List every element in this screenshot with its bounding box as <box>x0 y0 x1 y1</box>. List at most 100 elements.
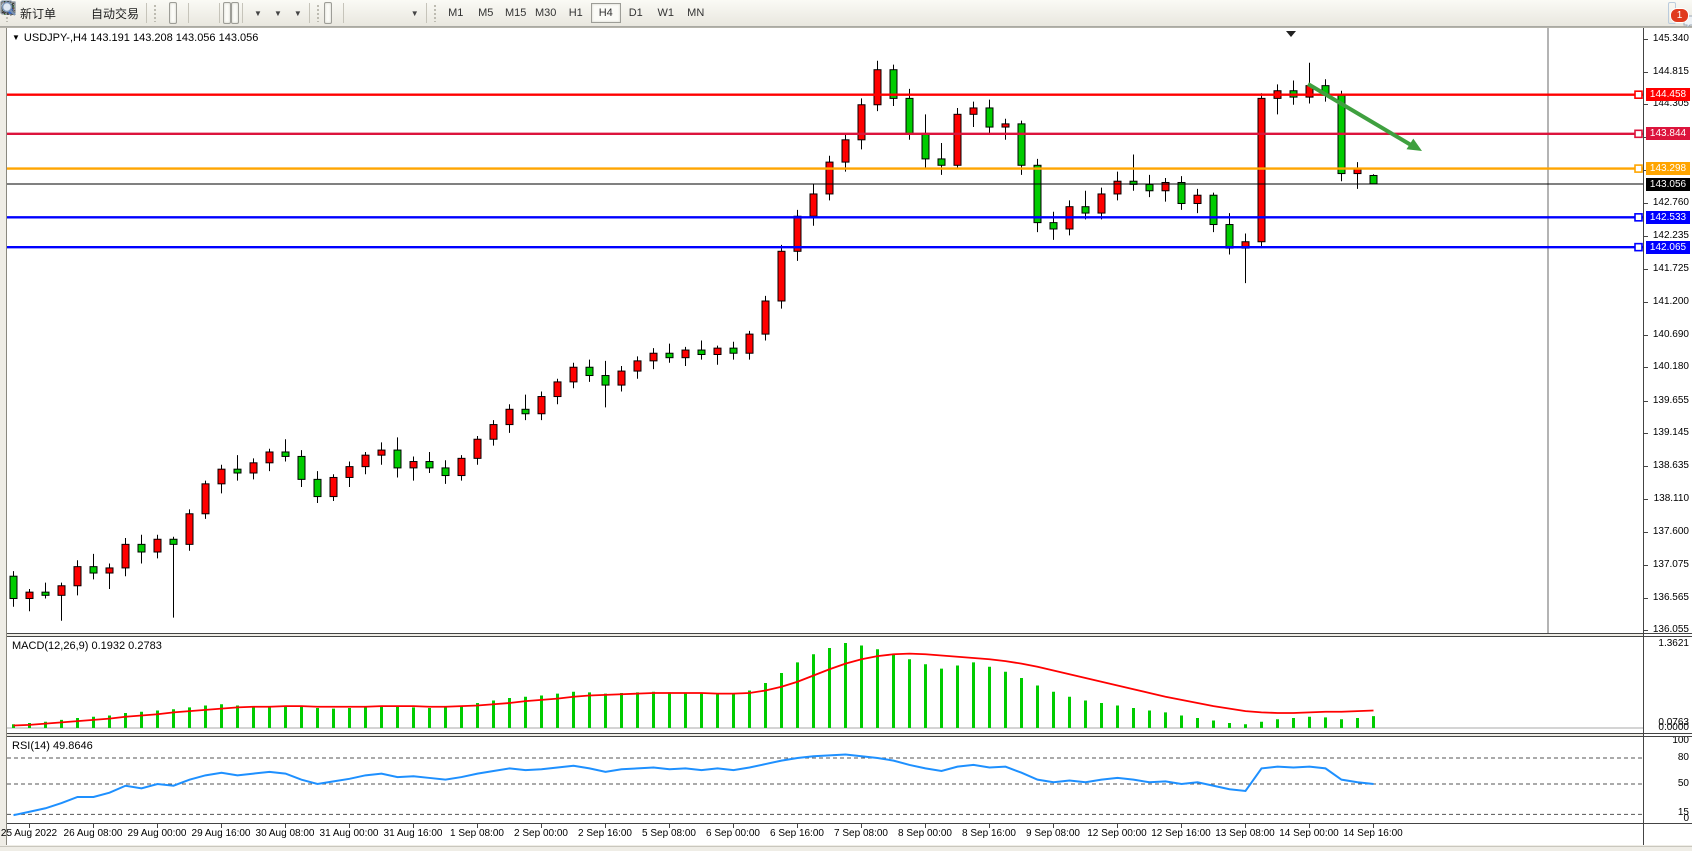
timeframe-button-M30[interactable]: M30 <box>531 3 561 23</box>
bar-chart-button[interactable] <box>161 2 169 24</box>
macd-histogram-bar <box>1148 711 1151 729</box>
macd-histogram-bar <box>60 720 63 728</box>
candle-down <box>442 468 449 476</box>
auto-scroll-button[interactable] <box>223 2 231 24</box>
line-anchor[interactable] <box>1635 91 1642 98</box>
macd-histogram-bar <box>876 649 879 728</box>
macd-histogram-bar <box>412 707 415 728</box>
candle-up <box>650 353 657 361</box>
candle-up <box>106 568 113 573</box>
trendline-button[interactable] <box>363 2 371 24</box>
line-anchor[interactable] <box>1635 214 1642 221</box>
fibonacci-button[interactable]: F <box>379 2 387 24</box>
text-label-button[interactable]: T <box>395 2 403 24</box>
timeframe-button-M5[interactable]: M5 <box>471 3 501 23</box>
zoom-out-button[interactable] <box>200 2 208 24</box>
arrows-button[interactable]: ▼ <box>403 2 423 24</box>
candle-down <box>394 450 401 468</box>
timeframe-button-MN[interactable]: MN <box>681 3 711 23</box>
one-click-trading-arrow-icon[interactable]: ▼ <box>12 33 20 42</box>
macd-histogram-bar <box>1244 724 1247 728</box>
macd-histogram-bar <box>204 706 207 729</box>
axis-tick <box>1644 104 1648 105</box>
price-axis[interactable]: 145.340144.815144.305143.790143.275142.7… <box>1644 28 1692 845</box>
candle-down <box>10 576 17 598</box>
timeframe-button-W1[interactable]: W1 <box>651 3 681 23</box>
panel-separator[interactable] <box>7 633 1692 634</box>
candle-up <box>970 108 977 114</box>
toolbar-grip[interactable] <box>153 4 158 22</box>
shift-marker-icon[interactable] <box>1286 31 1296 37</box>
line-chart-button[interactable] <box>177 2 185 24</box>
macd-axis-label: 0.0000 <box>1658 722 1689 733</box>
time-axis-label: 6 Sep 00:00 <box>706 828 760 839</box>
timeframe-button-H4[interactable]: H4 <box>591 3 621 23</box>
timeframe-button-M15[interactable]: M15 <box>501 3 531 23</box>
macd-histogram-bar <box>956 666 959 729</box>
macd-histogram-bar <box>316 708 319 728</box>
tile-windows-button[interactable] <box>208 2 216 24</box>
candle-up <box>330 477 337 496</box>
vertical-line-button[interactable] <box>347 2 355 24</box>
candle-down <box>90 567 97 573</box>
zoom-in-button[interactable] <box>192 2 200 24</box>
candle-down <box>1082 207 1089 213</box>
mql5-community-button[interactable] <box>68 2 76 24</box>
horizontal-line-button[interactable] <box>355 2 363 24</box>
time-axis-label: 25 Aug 2022 <box>1 828 57 839</box>
macd-histogram-bar <box>444 707 447 728</box>
candlestick-chart-button[interactable] <box>169 2 177 24</box>
price-axis-label: 144.815 <box>1653 66 1689 77</box>
line-anchor[interactable] <box>1635 244 1642 251</box>
macd-histogram-bar <box>1260 722 1263 728</box>
panel-separator <box>7 823 1692 824</box>
candle-up <box>634 361 641 371</box>
macd-histogram-bar <box>924 664 927 728</box>
macd-histogram-bar <box>1340 719 1343 728</box>
frame-line <box>0 846 1692 847</box>
panel-separator[interactable] <box>7 733 1692 734</box>
macd-histogram-bar <box>1084 701 1087 729</box>
metaeditor-button[interactable] <box>60 2 68 24</box>
macd-histogram-bar <box>156 711 159 729</box>
equidistant-channel-button[interactable]: E <box>371 2 379 24</box>
autotrading-button[interactable]: 自动交易 <box>84 2 143 24</box>
candle-down <box>1226 225 1233 249</box>
candle-down <box>298 456 305 479</box>
macd-histogram-bar <box>1196 718 1199 728</box>
price-axis-label: 137.075 <box>1653 559 1689 570</box>
crosshair-button[interactable] <box>332 2 340 24</box>
panel-separator[interactable] <box>7 636 1692 637</box>
arrow-annotation[interactable] <box>1308 84 1411 145</box>
frame-line <box>0 27 1692 28</box>
line-anchor[interactable] <box>1635 165 1642 172</box>
time-axis[interactable]: 25 Aug 202226 Aug 08:0029 Aug 00:0029 Au… <box>7 824 1692 845</box>
timeframe-button-H1[interactable]: H1 <box>561 3 591 23</box>
line-anchor[interactable] <box>1635 130 1642 137</box>
signals-button[interactable] <box>76 2 84 24</box>
candle-down <box>698 350 705 354</box>
candle-up <box>1098 194 1105 213</box>
chart-title-text: USDJPY-,H4 143.191 143.208 143.056 143.0… <box>24 32 258 44</box>
timeframe-button-D1[interactable]: D1 <box>621 3 651 23</box>
indicators-button[interactable]: ▼ <box>246 2 266 24</box>
panel-separator[interactable] <box>7 736 1692 737</box>
price-axis-label: 138.110 <box>1654 493 1689 504</box>
rsi-panel[interactable] <box>7 737 1643 823</box>
candle-up <box>186 514 193 545</box>
chart-shift-button[interactable] <box>231 2 239 24</box>
candle-down <box>282 452 289 456</box>
main-chart-panel[interactable] <box>7 28 1643 633</box>
axis-tick <box>1644 335 1648 336</box>
toolbar-grip[interactable] <box>433 4 438 22</box>
periods-button[interactable]: ▼ <box>266 2 286 24</box>
cursor-button[interactable] <box>324 2 332 24</box>
timeframe-button-M1[interactable]: M1 <box>441 3 471 23</box>
macd-panel[interactable] <box>7 637 1643 733</box>
templates-button[interactable]: ▼ <box>286 2 306 24</box>
toolbar-grip[interactable] <box>316 4 321 22</box>
axis-tick <box>1644 433 1648 434</box>
text-button[interactable]: A <box>387 2 395 24</box>
new-order-button[interactable]: 新订单 <box>13 2 60 24</box>
macd-histogram-bar <box>1324 717 1327 728</box>
